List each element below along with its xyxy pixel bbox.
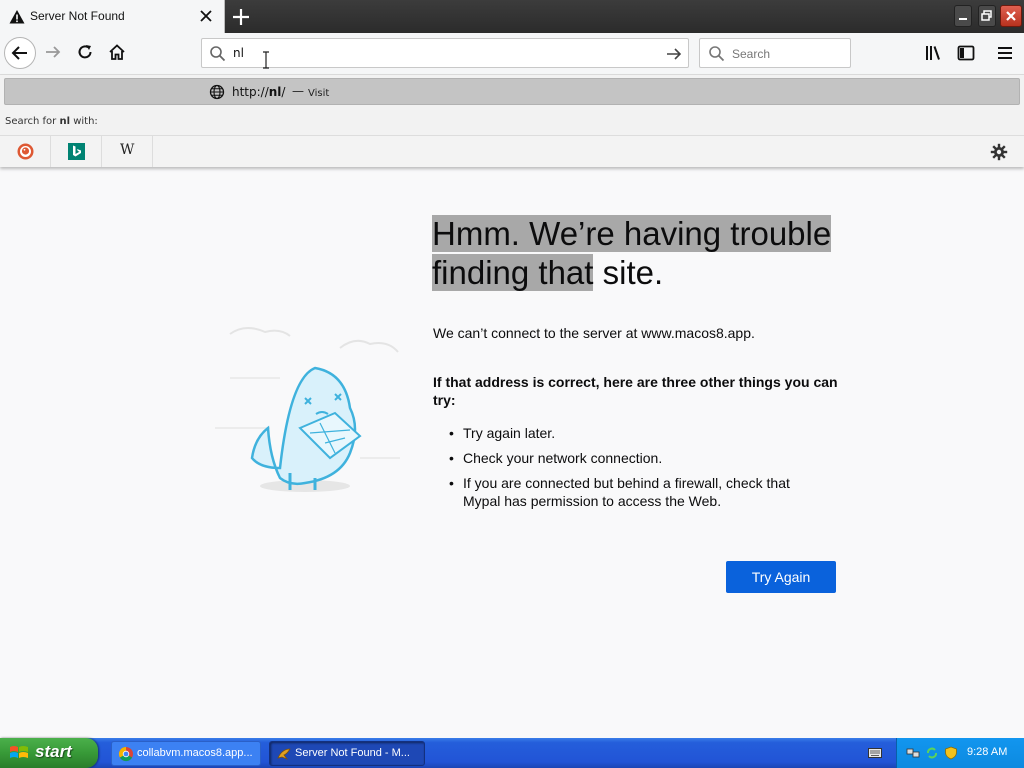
warning-icon xyxy=(9,10,25,24)
restore-button[interactable] xyxy=(978,5,996,27)
search-box[interactable]: Search xyxy=(699,38,851,68)
close-window-icon xyxy=(1006,11,1016,21)
text-cursor-icon xyxy=(263,51,269,69)
back-arrow-icon xyxy=(11,46,27,60)
engine-bing[interactable] xyxy=(51,136,102,167)
url-bar[interactable]: nl xyxy=(201,38,689,68)
new-tab-icon[interactable] xyxy=(230,6,252,28)
back-button[interactable] xyxy=(4,37,36,69)
bing-icon xyxy=(68,143,85,160)
sad-dinosaur-illustration xyxy=(215,327,400,492)
error-message: We can’t connect to the server at www.ma… xyxy=(433,325,755,341)
tab-title: Server Not Found xyxy=(30,9,125,23)
taskbar-item-collabvm[interactable]: collabvm.macos8.app... xyxy=(111,741,261,766)
taskbar-item-label: collabvm.macos8.app... xyxy=(137,747,253,759)
search-placeholder[interactable]: Search xyxy=(732,47,770,61)
start-button[interactable]: start xyxy=(0,738,98,768)
sync-icon[interactable] xyxy=(925,746,939,760)
list-item: If you are connected but behind a firewa… xyxy=(449,474,829,510)
list-item: Try again later. xyxy=(449,424,829,442)
network-icon[interactable] xyxy=(906,746,920,760)
search-for-label: Search for nl with: xyxy=(5,116,98,127)
search-icon xyxy=(709,46,725,62)
suggestion-visit-url[interactable]: http://nl/ — Visit xyxy=(4,78,1020,105)
sidebar-icon[interactable] xyxy=(957,44,975,62)
forward-arrow-icon[interactable] xyxy=(44,43,62,61)
close-window-button[interactable] xyxy=(1000,5,1022,27)
system-tray: 9:28 AM xyxy=(896,738,1024,768)
minimize-icon xyxy=(959,18,967,20)
tab-close-icon[interactable] xyxy=(199,9,213,23)
url-input[interactable]: nl xyxy=(233,46,244,60)
search-engines-bar: W xyxy=(0,135,1024,167)
taskbar-item-server-not-found[interactable]: Server Not Found - M... xyxy=(269,741,425,766)
clock: 9:28 AM xyxy=(967,746,1008,758)
navigation-toolbar: nl Search xyxy=(0,33,1024,75)
windows-logo-icon xyxy=(10,746,28,758)
suggestion-separator: — xyxy=(292,84,304,98)
error-title: Hmm. We’re having trouble finding that s… xyxy=(432,214,852,292)
start-label: start xyxy=(35,742,72,761)
globe-icon xyxy=(209,84,225,100)
taskbar: start collabvm.macos8.app... Server Not … xyxy=(0,738,1024,768)
suggestion-list: Try again later. Check your network conn… xyxy=(449,424,829,517)
search-icon xyxy=(210,46,226,62)
error-title-rest: site. xyxy=(593,254,664,291)
keyboard-icon[interactable] xyxy=(868,747,882,759)
restore-icon xyxy=(981,10,992,21)
mypal-icon xyxy=(277,748,291,760)
suggestion-action: Visit xyxy=(308,88,330,99)
home-icon[interactable] xyxy=(108,43,126,61)
wikipedia-icon: W xyxy=(120,142,135,158)
error-hint: If that address is correct, here are thr… xyxy=(433,374,838,408)
minimize-button[interactable] xyxy=(954,5,972,27)
taskbar-item-label: Server Not Found - M... xyxy=(295,747,410,759)
suggestion-url: http://nl/ xyxy=(232,85,286,99)
go-arrow-icon[interactable] xyxy=(665,45,683,63)
engine-duckduckgo[interactable] xyxy=(0,136,51,167)
url-suggestions-popup: http://nl/ — Visit Search for nl with: W xyxy=(0,75,1024,167)
try-again-button[interactable]: Try Again xyxy=(726,561,836,593)
list-item: Check your network connection. xyxy=(449,449,829,467)
reload-icon[interactable] xyxy=(76,43,94,61)
duckduckgo-icon xyxy=(17,143,34,160)
library-icon[interactable] xyxy=(925,44,943,62)
tab-bar: Server Not Found xyxy=(0,0,1024,33)
engine-wikipedia[interactable]: W xyxy=(102,136,153,167)
tab-server-not-found[interactable]: Server Not Found xyxy=(0,0,225,33)
security-shield-icon[interactable] xyxy=(944,746,958,760)
chrome-icon xyxy=(118,746,133,762)
gear-icon[interactable] xyxy=(990,143,1008,161)
menu-icon[interactable] xyxy=(996,44,1014,62)
